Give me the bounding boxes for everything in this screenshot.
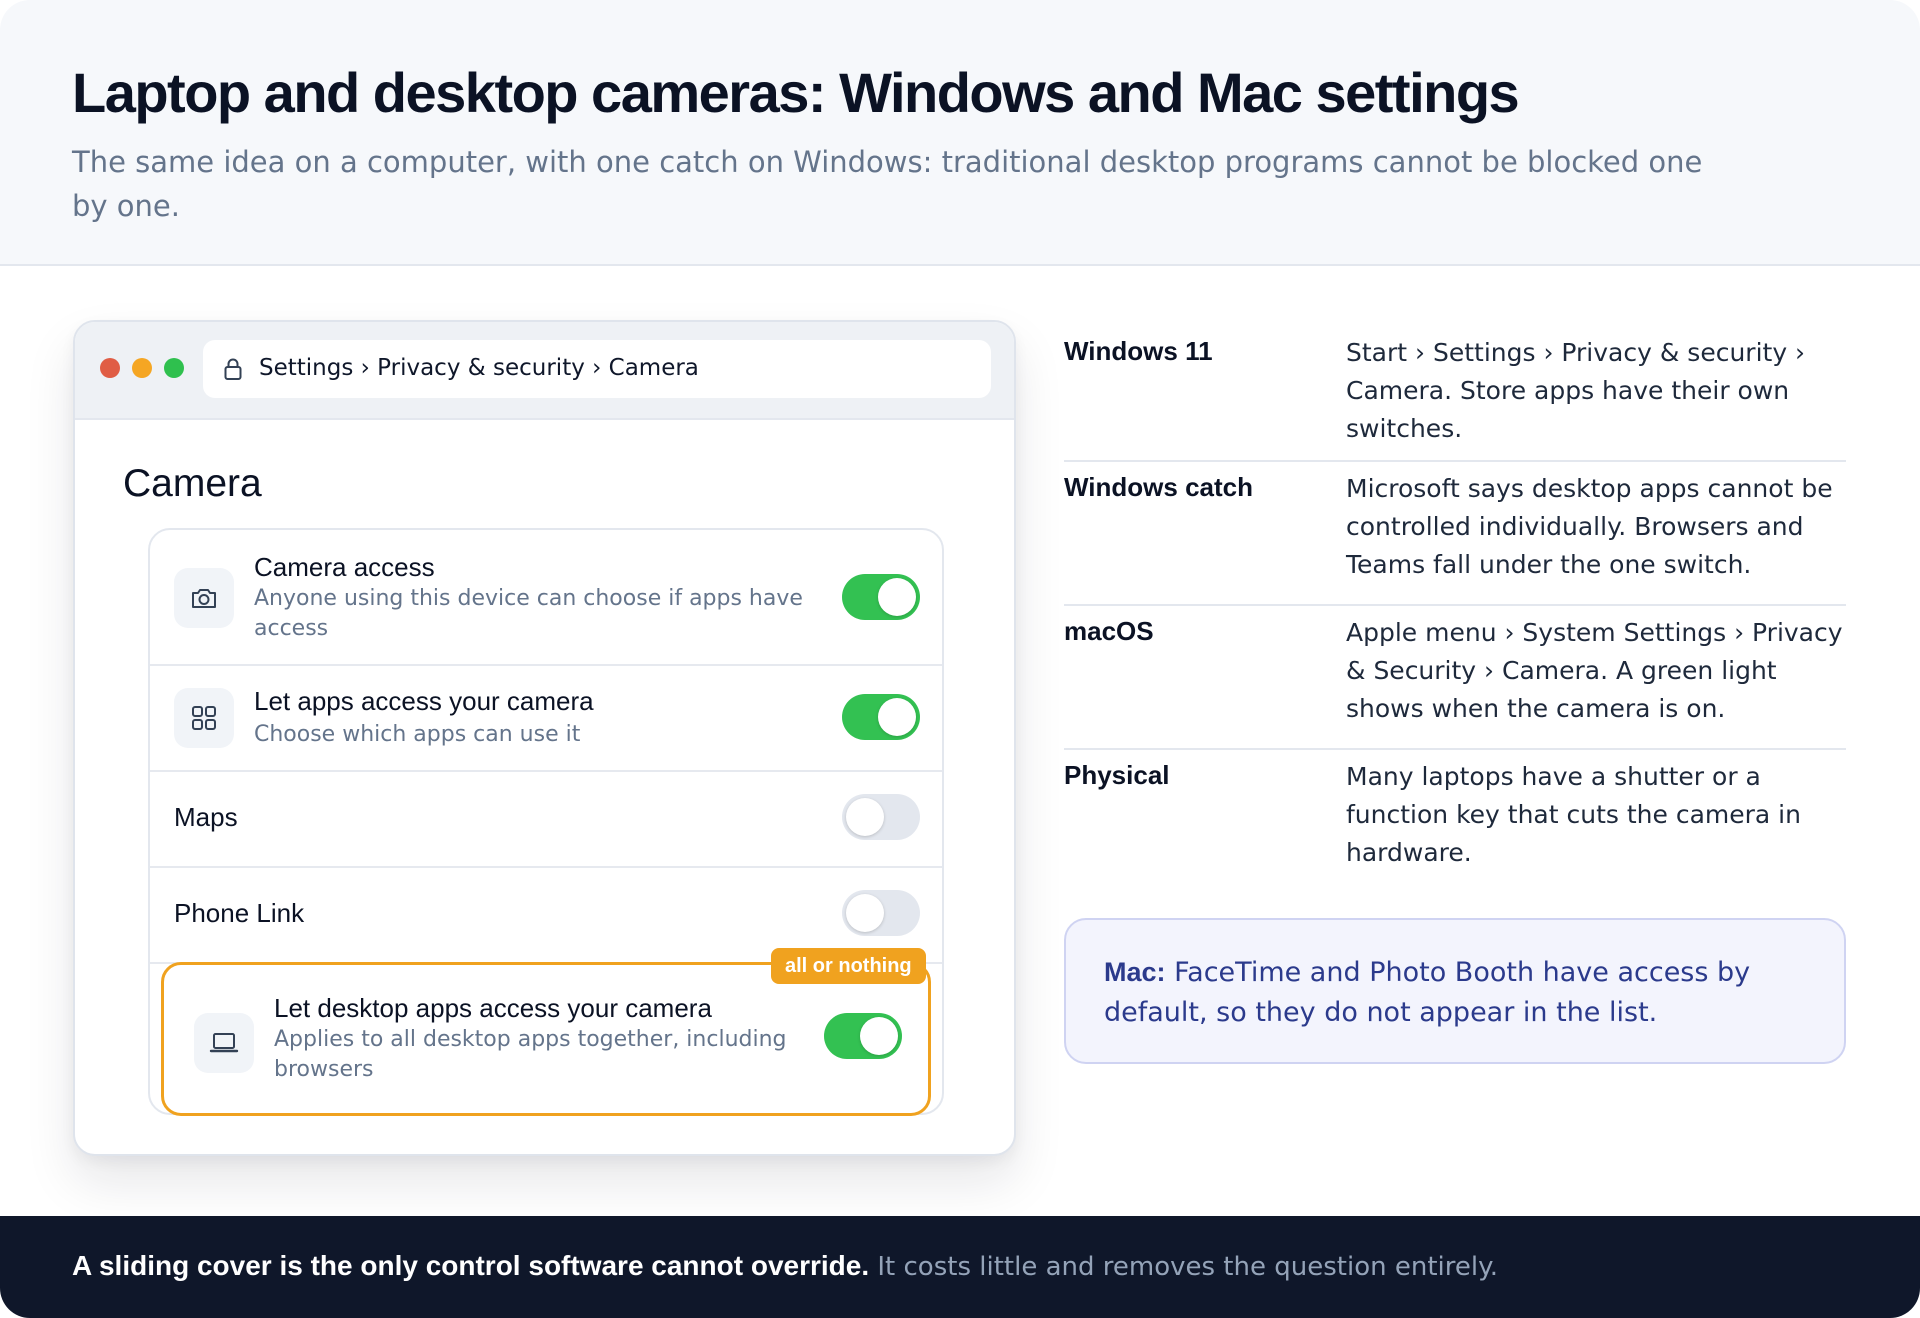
settings-row-apps-access: Let apps access your camera Choose which… <box>150 666 942 772</box>
desktop-apps-desc: Applies to all desktop apps together, in… <box>274 1027 787 1082</box>
camera-access-title: Camera access <box>254 552 435 582</box>
info-label: Windows catch <box>1064 472 1254 502</box>
mac-note: Mac: FaceTime and Photo Booth have acces… <box>1064 918 1846 1064</box>
desktop-apps-title: Let desktop apps access your camera <box>274 993 712 1023</box>
lock-icon <box>224 358 242 380</box>
phone-link-toggle[interactable] <box>842 890 920 936</box>
footer-bold: A sliding cover is the only control soft… <box>72 1250 870 1281</box>
info-value: Microsoft says desktop apps cannot be co… <box>1346 474 1833 579</box>
maps-toggle[interactable] <box>842 794 920 840</box>
info-label: Physical <box>1064 760 1170 790</box>
header: Laptop and desktop cameras: Windows and … <box>0 0 1920 266</box>
apps-access-desc: Choose which apps can use it <box>254 722 581 747</box>
settings-section-title: Camera <box>123 462 262 505</box>
info-row: Physical Many laptops have a shutter or … <box>1064 750 1846 890</box>
apps-access-toggle[interactable] <box>842 694 920 740</box>
minimize-window-dot[interactable] <box>132 358 152 378</box>
info-row: Windows catch Microsoft says desktop app… <box>1064 462 1846 606</box>
page: Laptop and desktop cameras: Windows and … <box>0 0 1920 1318</box>
info-row: Windows 11 Start › Settings › Privacy & … <box>1064 326 1846 462</box>
mac-note-text: Mac: FaceTime and Photo Booth have acces… <box>1104 952 1804 1033</box>
info-label: Windows 11 <box>1064 336 1213 366</box>
page-subtitle: The same idea on a computer, with one ca… <box>72 145 1703 223</box>
apps-access-title: Let apps access your camera <box>254 686 594 716</box>
maps-title: Maps <box>174 802 238 832</box>
settings-row-maps: Maps <box>150 772 942 868</box>
address-bar[interactable]: Settings › Privacy & security › Camera <box>203 340 991 398</box>
desktop-apps-toggle[interactable] <box>824 1013 902 1059</box>
info-value: Apple menu › System Settings › Privacy &… <box>1346 618 1843 723</box>
info-value: Start › Settings › Privacy & security › … <box>1346 338 1806 443</box>
close-window-dot[interactable] <box>100 358 120 378</box>
page-title: Laptop and desktop cameras: Windows and … <box>72 61 1520 124</box>
mac-note-body: FaceTime and Photo Booth have access by … <box>1104 957 1751 1028</box>
address-text: Settings › Privacy & security › Camera <box>259 355 699 381</box>
camera-icon <box>174 568 234 628</box>
footer: A sliding cover is the only control soft… <box>0 1216 1920 1318</box>
phone-link-title: Phone Link <box>174 898 305 928</box>
camera-access-desc: Anyone using this device can choose if a… <box>254 586 803 641</box>
info-row: macOS Apple menu › System Settings › Pri… <box>1064 606 1846 750</box>
info-value: Many laptops have a shutter or a functio… <box>1346 762 1801 867</box>
footer-text: A sliding cover is the only control soft… <box>72 1250 1498 1282</box>
footer-rest: It costs little and removes the question… <box>869 1252 1499 1282</box>
settings-window: Settings › Privacy & security › Camera C… <box>73 320 1016 1156</box>
laptop-icon <box>194 1013 254 1073</box>
apps-grid-icon <box>174 688 234 748</box>
camera-access-toggle[interactable] <box>842 574 920 620</box>
info-label: macOS <box>1064 616 1154 646</box>
maximize-window-dot[interactable] <box>164 358 184 378</box>
mac-note-label: Mac: <box>1104 957 1166 987</box>
settings-row-desktop-apps: Let desktop apps access your camera Appl… <box>161 962 931 1116</box>
all-or-nothing-badge: all or nothing <box>771 948 926 984</box>
window-titlebar: Settings › Privacy & security › Camera <box>75 322 1014 420</box>
settings-row-camera-access: Camera access Anyone using this device c… <box>150 530 942 666</box>
